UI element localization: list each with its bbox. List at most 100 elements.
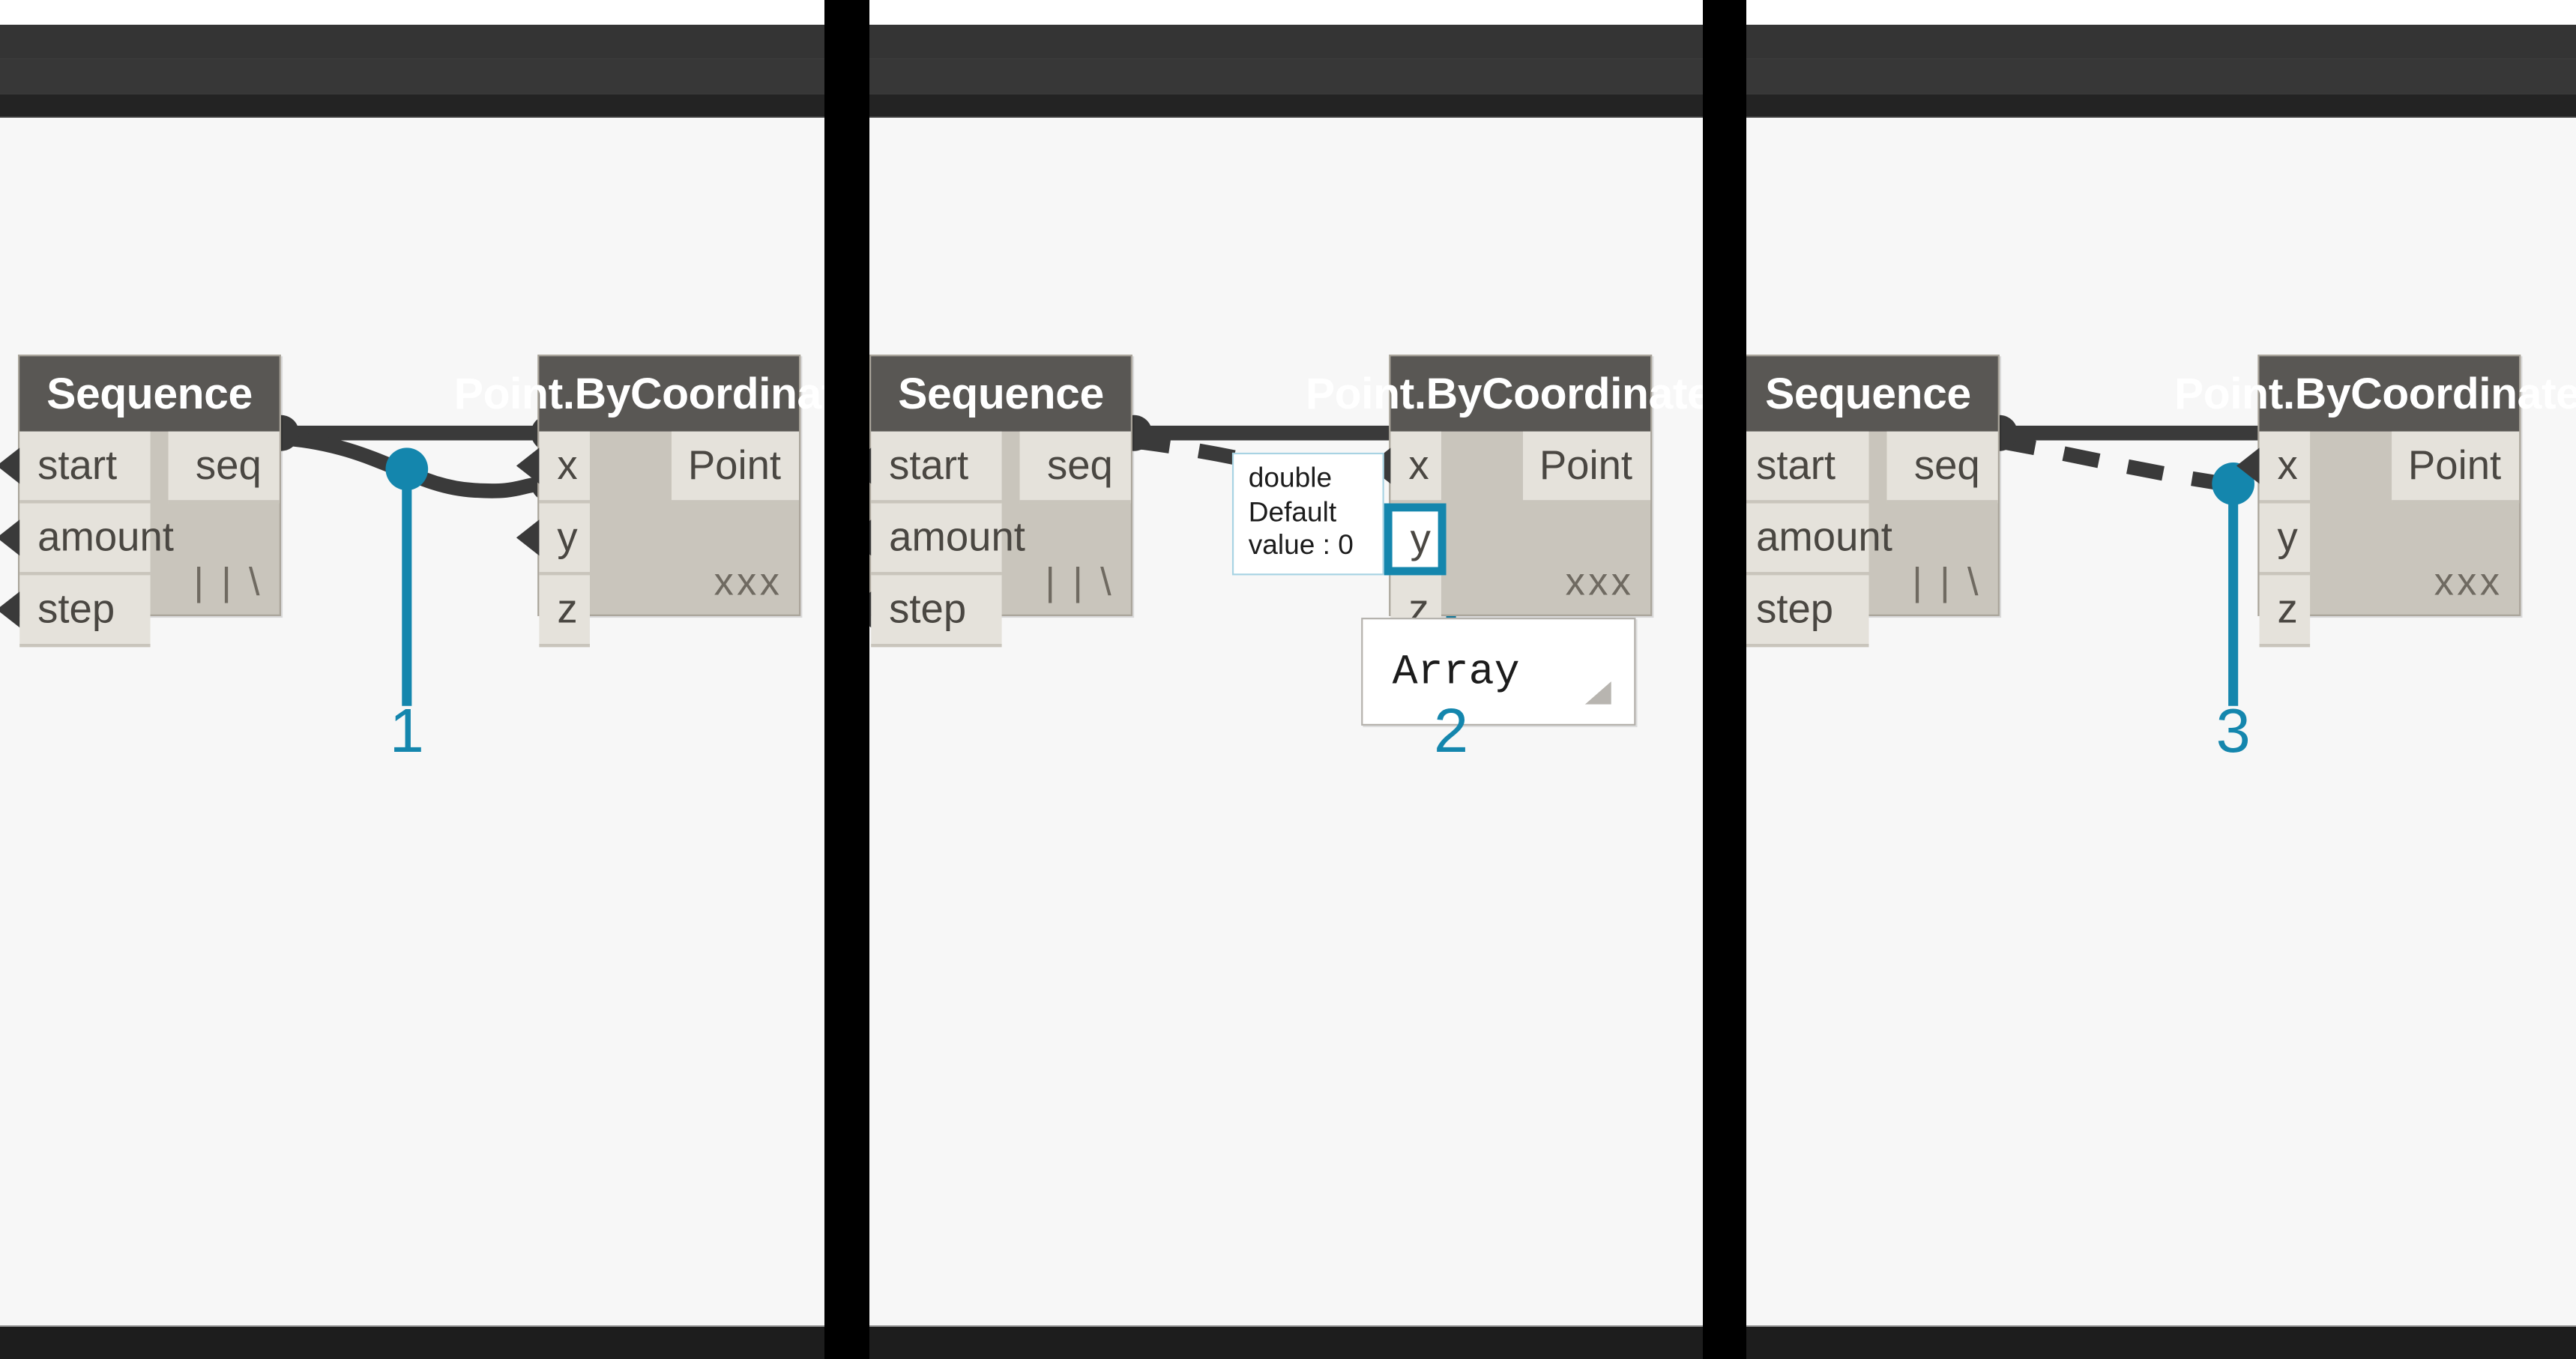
tooltip-type: double	[1248, 462, 1333, 494]
node-sequence[interactable]: Sequence start amount step seq | | \	[0, 355, 281, 648]
node-point-bycoordinates[interactable]: Point.ByCoordinates x y z	[454, 355, 824, 648]
port-label: start	[889, 442, 969, 488]
port-y[interactable]: y	[2259, 503, 2311, 576]
port-label: Point	[1539, 442, 1633, 488]
port-start[interactable]: start	[1746, 431, 1868, 504]
port-y-highlighted[interactable]: y	[1384, 503, 1447, 576]
input-ports: x y z	[516, 431, 669, 648]
output-ports: seq	[1001, 431, 1131, 504]
graph-scale-wrapper: Sequence start amount step seq | | \ Poi…	[0, 118, 824, 1325]
port-label: y	[557, 513, 578, 560]
port-nub-icon	[0, 591, 20, 628]
lacing-icon[interactable]: | | \	[193, 561, 263, 606]
port-z[interactable]: z	[2259, 575, 2311, 648]
menubar-band	[0, 58, 2576, 94]
port-label: amount	[1756, 513, 1892, 560]
port-amount[interactable]: amount	[0, 503, 174, 576]
port-y[interactable]: y	[516, 503, 590, 576]
port-label: x	[2277, 442, 2298, 488]
graph-canvas-panel-2[interactable]: Sequence start amount step seq | | \ Poi…	[869, 118, 1703, 1325]
annotation-number-1: 1	[389, 697, 424, 767]
output-ports: Point	[669, 431, 800, 504]
port-x[interactable]: x	[1367, 431, 1441, 504]
port-start[interactable]: start	[869, 431, 1001, 504]
node-title: Sequence	[871, 356, 1131, 432]
input-ports: x y z	[1367, 431, 1520, 648]
lacing-icon[interactable]: xxx	[2434, 561, 2503, 606]
port-nub-icon	[0, 448, 20, 484]
port-label: start	[1756, 442, 1836, 488]
node-sequence[interactable]: Sequence start amount step seq | | \	[869, 355, 1132, 648]
node-point-bycoordinates[interactable]: Point.ByCoordinates x y z Point xxx	[2174, 355, 2576, 648]
graph-scale-wrapper: Sequence start amount step seq | | \ Poi…	[869, 118, 1703, 1325]
port-label: step	[1756, 585, 1834, 632]
port-label: step	[889, 585, 967, 632]
port-label: y	[2277, 513, 2298, 560]
node-point-bycoordinates[interactable]: Point.ByCoordinates x y z Point xxx	[1306, 355, 1703, 648]
port-label: x	[1408, 442, 1429, 488]
port-label: step	[37, 585, 115, 632]
port-label: amount	[37, 513, 174, 560]
input-ports: x y z	[2236, 431, 2389, 648]
lacing-icon[interactable]: xxx	[1566, 561, 1635, 606]
port-seq[interactable]: seq	[1019, 431, 1131, 504]
wire-layer-panel-3	[1981, 415, 2323, 706]
port-point[interactable]: Point	[1523, 431, 1651, 504]
output-ports: seq	[149, 431, 280, 504]
port-amount[interactable]: amount	[1746, 503, 1892, 576]
port-nub-icon	[869, 591, 872, 628]
port-label: x	[557, 442, 578, 488]
port-x[interactable]: x	[2236, 431, 2311, 504]
node-title: Point.ByCoordinates	[454, 356, 824, 432]
port-label: z	[557, 585, 578, 632]
port-seq[interactable]: seq	[1886, 431, 1998, 504]
port-nub-icon	[869, 448, 872, 484]
lacing-icon[interactable]: xxx	[714, 561, 783, 606]
graph-canvas-panel-3[interactable]: Sequence start amount step seq | | \ Poi…	[1746, 118, 2576, 1325]
port-nub-icon	[516, 519, 540, 556]
port-tooltip: double Default value : 0	[1231, 452, 1384, 576]
graph-scale-wrapper: Sequence start amount step seq | | \ Poi…	[1746, 118, 2576, 1325]
port-start[interactable]: start	[0, 431, 150, 504]
port-nub-icon	[2236, 448, 2260, 484]
toolbar-band	[0, 94, 2576, 116]
port-label: start	[37, 442, 118, 488]
port-nub-icon	[869, 519, 872, 556]
output-ports: Point	[2389, 431, 2520, 504]
tooltip-default-value: Default value : 0	[1248, 496, 1354, 561]
node-title: Sequence	[1746, 356, 1998, 432]
port-label: amount	[889, 513, 1025, 560]
graph-canvas-panel-1[interactable]: Sequence start amount step seq | | \ Poi…	[0, 118, 824, 1325]
panel-divider-left	[824, 0, 869, 1359]
output-ports: Point	[1521, 431, 1651, 504]
input-ports: start amount step	[0, 431, 174, 648]
port-point[interactable]: Point	[671, 431, 800, 504]
annotation-number-3: 3	[2215, 697, 2251, 767]
node-title: Point.ByCoordinates	[2174, 356, 2576, 432]
chevron-down-icon[interactable]	[1584, 681, 1611, 705]
node-title: Point.ByCoordinates	[1306, 356, 1703, 432]
port-nub-icon	[0, 519, 20, 556]
port-point[interactable]: Point	[2392, 431, 2520, 504]
port-step[interactable]: step	[869, 575, 1001, 648]
port-amount[interactable]: amount	[869, 503, 1025, 576]
port-step[interactable]: step	[1746, 575, 1868, 648]
array-dropdown-value: Array	[1392, 647, 1520, 696]
port-label: Point	[2407, 442, 2502, 488]
statusbar-band	[0, 1325, 2576, 1359]
port-label: Point	[687, 442, 782, 488]
port-label: seq	[195, 442, 262, 488]
annotation-number-2: 2	[1434, 697, 1469, 767]
port-label: seq	[1046, 442, 1113, 488]
port-seq[interactable]: seq	[168, 431, 280, 504]
titlebar-band	[0, 25, 2576, 58]
lacing-icon[interactable]: | | \	[1045, 561, 1114, 606]
port-z[interactable]: z	[539, 575, 590, 648]
port-step[interactable]: step	[0, 575, 150, 648]
port-label: y	[1410, 515, 1431, 561]
node-sequence[interactable]: Sequence start amount step seq | | \	[1746, 355, 2000, 648]
lacing-icon[interactable]: | | \	[1912, 561, 1982, 606]
port-x[interactable]: x	[516, 431, 590, 504]
port-label: z	[2277, 585, 2298, 632]
screenshot-root: Sequence start amount step seq | | \ Poi…	[0, 0, 2576, 1359]
